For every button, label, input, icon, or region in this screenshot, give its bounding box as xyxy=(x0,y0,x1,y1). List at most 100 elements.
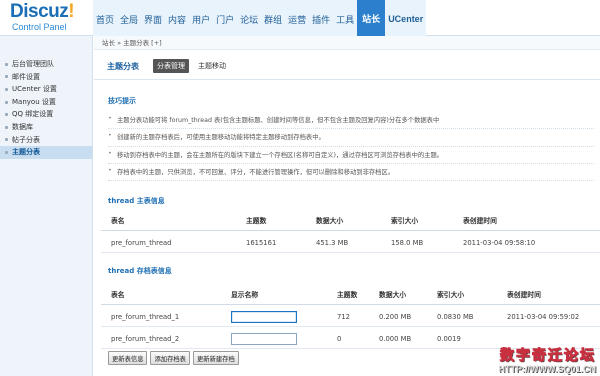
table-cell-data-size: 0.200 MB xyxy=(379,313,412,321)
nav-content[interactable]: 内容 xyxy=(165,0,189,36)
tip-item: • 存档表中的主题，只供浏览，不可回复、评分，不能进行管理操作，但可以删除和移动到… xyxy=(108,164,594,182)
main-content: 站长 » 主题分表 [+] 主题分表 分表管理 主题移动 技巧提示 • 主题分表功… xyxy=(94,36,600,376)
nav-tools[interactable]: 工具 xyxy=(333,0,357,36)
sidebar-item-label: 后台管理团队 xyxy=(12,60,54,68)
table-cell-name: pre_forum_thread xyxy=(111,239,172,247)
tab-split-management[interactable]: 分表管理 xyxy=(153,59,189,73)
column-header-count: 主题数 xyxy=(246,217,267,225)
column-header-count: 主题数 xyxy=(337,291,358,299)
update-new-archive-button[interactable]: 更新新建存档 xyxy=(192,351,239,365)
tips-title: 技巧提示 xyxy=(108,97,136,105)
nav-users[interactable]: 用户 xyxy=(189,0,213,36)
tip-item: • 移动到存档表中的主题，会在主题所在的版块下建立一个存档区(名称可自定义)，通过… xyxy=(108,147,594,164)
tip-text: 创建新的主题存档表后，可使用主题移动功能将特定主题移动到存档表中。 xyxy=(117,134,325,142)
tips-list: • 主题分表功能可将 forum_thread 表(包含主题标题、创建时间等信息，… xyxy=(108,112,594,182)
table-row: pre_forum_thread 1615161 451.3 MB 158.0 … xyxy=(101,233,600,253)
bullet-icon: • xyxy=(108,115,112,122)
action-buttons: 更新表信息 添加存档表 更新新建存档 xyxy=(108,351,242,365)
table-row: pre_forum_thread_1 712 0.200 MB 0.0830 M… xyxy=(101,307,600,327)
update-table-info-button[interactable]: 更新表信息 xyxy=(108,351,148,365)
nav-interface[interactable]: 界面 xyxy=(141,0,165,36)
table-cell-count: 0 xyxy=(337,335,342,343)
bullet-icon xyxy=(5,138,8,142)
sidebar-item-database[interactable]: 数据库 xyxy=(0,121,92,134)
watermark-url: HTTP://WWW.SQ01.CN xyxy=(498,364,597,374)
nav-home[interactable]: 首页 xyxy=(93,0,117,36)
tip-text: 主题分表功能可将 forum_thread 表(包含主题标题、创建时间等信息，但… xyxy=(117,117,440,124)
table-cell-name: pre_forum_thread_2 xyxy=(111,335,180,343)
logo-subtitle: Control Panel xyxy=(12,22,67,32)
bullet-icon xyxy=(5,75,8,79)
add-archive-table-button[interactable]: 添加存档表 xyxy=(150,351,190,365)
nav-webmaster[interactable]: 站长 xyxy=(357,0,386,36)
table-cell-data-size: 0.000 MB xyxy=(379,335,412,343)
table-cell-name: pre_forum_thread_1 xyxy=(111,313,180,321)
display-name-input[interactable] xyxy=(231,333,297,345)
table-cell-data-size: 451.3 MB xyxy=(316,239,349,247)
nav-portal[interactable]: 门户 xyxy=(213,0,237,36)
table-cell-index-size: 158.0 MB xyxy=(391,239,424,247)
discuz-logo[interactable]: Discuz! Control Panel xyxy=(10,2,90,34)
sidebar-item-label: 邮件设置 xyxy=(12,72,40,81)
table-cell-count: 1615161 xyxy=(246,239,277,247)
column-header-index-size: 索引大小 xyxy=(391,217,419,225)
display-name-input[interactable] xyxy=(231,311,297,323)
nav-operations[interactable]: 运营 xyxy=(285,0,309,36)
breadcrumb[interactable]: 站长 » 主题分表 [+] xyxy=(94,36,600,50)
tip-item: • 创建新的主题存档表后，可使用主题移动功能将特定主题移动到存档表中。 xyxy=(108,129,594,147)
nav-global[interactable]: 全局 xyxy=(117,0,141,36)
page-title: 主题分表 xyxy=(107,61,139,71)
bullet-icon xyxy=(5,150,8,154)
page-header: 主题分表 分表管理 主题移动 xyxy=(107,59,235,73)
sidebar-item-admin-team[interactable]: 后台管理团队 xyxy=(0,58,92,71)
table-cell-index-size: 0.0830 MB xyxy=(437,313,474,321)
archive-table-header: 表名 显示名称 主题数 数据大小 索引大小 表创建时间 xyxy=(101,285,600,305)
column-header-index-size: 索引大小 xyxy=(437,291,465,299)
sidebar-item-label: UCenter 设置 xyxy=(12,85,57,94)
tip-text: 存档表中的主题，只供浏览，不可回复、评分，不能进行管理操作，但可以删除和移动到非… xyxy=(117,168,395,176)
main-table-title: thread 主表信息 xyxy=(108,197,165,205)
sidebar-item-mail-settings[interactable]: 邮件设置 xyxy=(0,71,92,84)
watermark-title: 数字奇迁论坛 xyxy=(500,348,596,365)
main-table-header: 表名 主题数 数据大小 索引大小 表创建时间 xyxy=(101,211,600,231)
sidebar-item-label: QQ 绑定设置 xyxy=(12,110,54,119)
column-header-data-size: 数据大小 xyxy=(379,291,407,299)
header: Discuz! Control Panel 首页 全局 界面 内容 用户 门户 … xyxy=(0,0,600,36)
bullet-icon: • xyxy=(108,166,112,174)
table-cell-count: 712 xyxy=(337,313,350,321)
sidebar-item-thread-split[interactable]: 主题分表 xyxy=(0,146,92,159)
nav-plugins[interactable]: 插件 xyxy=(309,0,333,36)
top-navigation: 首页 全局 界面 内容 用户 门户 论坛 群组 运营 插件 工具 站长 UCen… xyxy=(93,0,427,36)
divider xyxy=(94,79,600,80)
tab-thread-move[interactable]: 主题移动 xyxy=(194,59,230,73)
sidebar-item-label: 帖子分表 xyxy=(12,135,40,144)
table-cell-created: 2011-03-04 09:58:10 xyxy=(463,239,536,247)
column-header-data-size: 数据大小 xyxy=(316,217,344,225)
sidebar-item-label: Manyou 设置 xyxy=(12,97,56,106)
archive-table-title: thread 存档表信息 xyxy=(108,267,172,275)
bullet-icon xyxy=(5,87,8,91)
sidebar-item-ucenter-settings[interactable]: UCenter 设置 xyxy=(0,83,92,96)
watermark: 数字奇迁论坛 HTTP://WWW.SQ01.CN xyxy=(498,345,597,375)
bullet-icon: • xyxy=(108,149,112,157)
sidebar-item-qq-binding[interactable]: QQ 绑定设置 xyxy=(0,108,92,121)
nav-forum[interactable]: 论坛 xyxy=(237,0,261,36)
nav-groups[interactable]: 群组 xyxy=(261,0,285,36)
sidebar-item-label: 主题分表 xyxy=(12,148,40,157)
sidebar-item-manyou-settings[interactable]: Manyou 设置 xyxy=(0,96,92,109)
logo-title: Discuz! xyxy=(10,1,75,22)
tip-item: • 主题分表功能可将 forum_thread 表(包含主题标题、创建时间等信息，… xyxy=(108,112,594,130)
sidebar-item-post-split[interactable]: 帖子分表 xyxy=(0,134,92,147)
bullet-icon xyxy=(5,100,8,104)
tip-text: 移动到存档表中的主题，会在主题所在的版块下建立一个存档区(名称可自定义)，通过存… xyxy=(117,151,444,159)
column-header-created: 表创建时间 xyxy=(463,217,497,225)
bullet-icon xyxy=(5,125,8,129)
sidebar: 后台管理团队 邮件设置 UCenter 设置 Manyou 设置 QQ 绑定设置… xyxy=(0,36,93,376)
column-header-name: 表名 xyxy=(111,217,125,225)
bullet-icon: • xyxy=(108,132,112,140)
column-header-created: 表创建时间 xyxy=(507,291,541,299)
nav-ucenter[interactable]: UCenter xyxy=(385,0,426,36)
bullet-icon xyxy=(5,113,8,117)
bullet-icon xyxy=(5,62,8,66)
column-header-name: 表名 xyxy=(111,291,125,299)
